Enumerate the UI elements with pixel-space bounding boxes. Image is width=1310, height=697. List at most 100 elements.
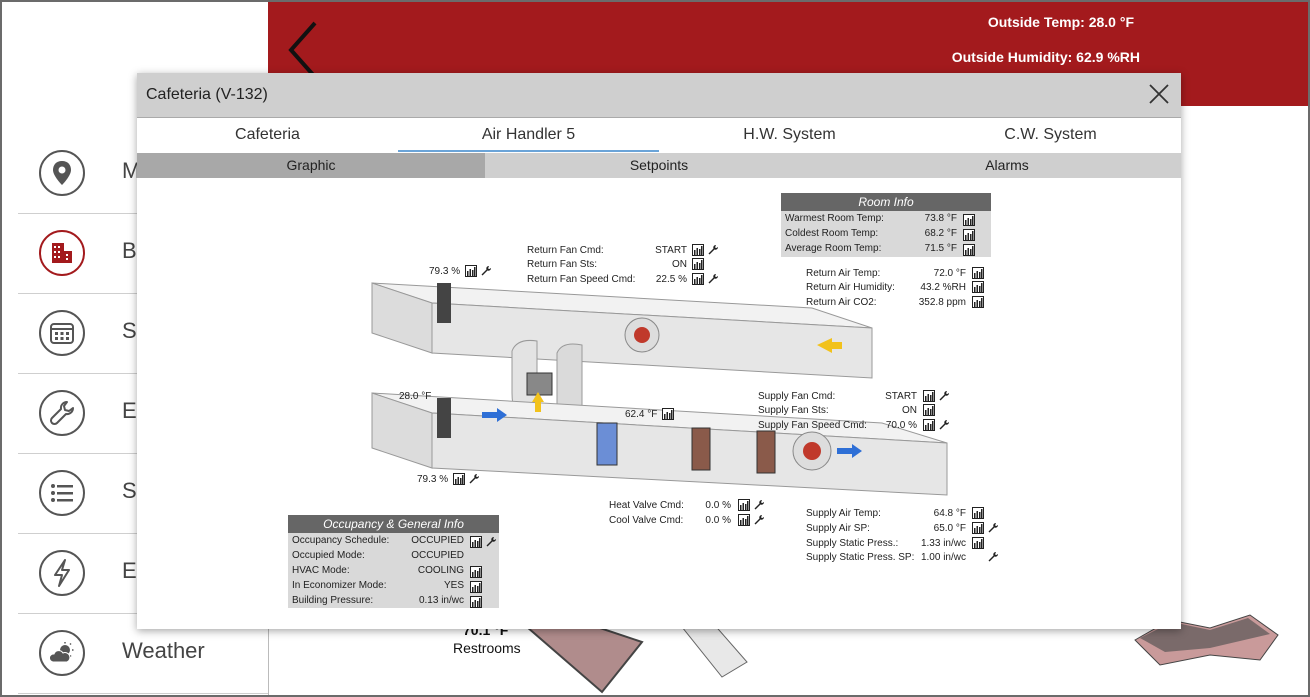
- override-wrench-icon[interactable]: [468, 473, 480, 485]
- override-wrench-icon[interactable]: [485, 536, 497, 548]
- building-icon: [39, 230, 85, 276]
- trend-chart-icon[interactable]: [692, 244, 704, 256]
- override-wrench-icon[interactable]: [753, 514, 765, 526]
- trend-chart-icon[interactable]: [963, 214, 975, 226]
- override-wrench-icon[interactable]: [707, 244, 719, 256]
- trend-chart-icon[interactable]: [662, 408, 674, 420]
- point-value: START: [655, 245, 687, 256]
- trend-chart-icon[interactable]: [738, 514, 750, 526]
- trend-chart-icon[interactable]: [972, 537, 984, 549]
- outside-damper-value: 79.3 %: [417, 474, 449, 485]
- close-icon[interactable]: [1147, 82, 1171, 106]
- return-fan-speed: Return Fan Speed Cmd: 22.5 %: [527, 274, 687, 285]
- occupancy-schedule: Occupancy Schedule: OCCUPIED: [288, 533, 499, 548]
- override-wrench-icon[interactable]: [480, 265, 492, 277]
- override-wrench-icon[interactable]: [987, 551, 999, 563]
- point-label: Occupancy Schedule:: [292, 535, 390, 546]
- override-wrench-icon[interactable]: [753, 499, 765, 511]
- return-air-co2: Return Air CO2: 352.8 ppm: [806, 297, 966, 308]
- view-subtabs: Graphic Setpoints Alarms: [137, 153, 1181, 178]
- occupancy-info-panel: Occupancy & General Info Occupancy Sched…: [288, 515, 499, 608]
- trend-chart-icon[interactable]: [963, 244, 975, 256]
- point-label: Coldest Room Temp:: [785, 228, 879, 239]
- building-pressure: Building Pressure: 0.13 in/wc: [288, 593, 499, 608]
- warmest-room-temp: Warmest Room Temp: 73.8 °F: [781, 211, 991, 226]
- location-pin-icon: [39, 150, 85, 196]
- outside-humidity: Outside Humidity: 62.9 %RH: [951, 49, 1140, 65]
- lightning-icon: [39, 550, 85, 596]
- list-icon: [39, 470, 85, 516]
- point-value: 1.33 in/wc: [920, 538, 966, 549]
- point-value: 71.5 °F: [924, 243, 957, 254]
- subtab-graphic[interactable]: Graphic: [137, 153, 485, 178]
- equipment-tabs: Cafeteria Air Handler 5 H.W. System C.W.…: [137, 118, 1181, 152]
- override-wrench-icon[interactable]: [938, 390, 950, 402]
- floor-plan-fragment: [524, 622, 748, 694]
- room-info-title: Room Info: [781, 193, 991, 211]
- outside-air-temp-value: 28.0 °F: [399, 391, 432, 402]
- point-value: 22.5 %: [655, 274, 687, 285]
- exhaust-damper-value: 79.3 %: [429, 266, 461, 277]
- point-value: 0.13 in/wc: [418, 595, 464, 606]
- sidebar-item-label: S: [122, 478, 137, 503]
- override-wrench-icon[interactable]: [938, 419, 950, 431]
- trend-chart-icon[interactable]: [923, 404, 935, 416]
- point-value: 65.0 °F: [933, 523, 966, 534]
- tab-hw-system[interactable]: H.W. System: [659, 118, 920, 152]
- trend-chart-icon[interactable]: [972, 267, 984, 279]
- app-frame: M B S E S E Weather Outside Temp: 28.0 °…: [0, 0, 1310, 697]
- supply-fan-cmd: Supply Fan Cmd: START: [758, 391, 917, 402]
- occupancy-info-title: Occupancy & General Info: [288, 515, 499, 533]
- trend-chart-icon[interactable]: [972, 296, 984, 308]
- trend-chart-icon[interactable]: [972, 281, 984, 293]
- override-wrench-icon[interactable]: [707, 273, 719, 285]
- trend-chart-icon[interactable]: [923, 390, 935, 402]
- trend-chart-icon[interactable]: [972, 507, 984, 519]
- point-label: Building Pressure:: [292, 595, 374, 606]
- subtab-setpoints[interactable]: Setpoints: [485, 153, 833, 178]
- trend-chart-icon[interactable]: [470, 581, 482, 593]
- modal-title-bar: Cafeteria (V-132): [137, 73, 1181, 118]
- supply-air-temp: Supply Air Temp: 64.8 °F: [806, 508, 966, 519]
- point-value: 43.2 %RH: [920, 282, 966, 293]
- average-room-temp: Average Room Temp: 71.5 °F: [781, 241, 991, 256]
- trend-chart-icon[interactable]: [923, 419, 935, 431]
- override-wrench-icon[interactable]: [987, 522, 999, 534]
- wrench-icon: [39, 390, 85, 436]
- tab-air-handler-5[interactable]: Air Handler 5: [398, 118, 659, 152]
- trend-chart-icon[interactable]: [453, 473, 465, 485]
- tab-cafeteria[interactable]: Cafeteria: [137, 118, 398, 152]
- equipment-modal: Cafeteria (V-132) Cafeteria Air Handler …: [137, 73, 1181, 629]
- calendar-icon: [39, 310, 85, 356]
- trend-chart-icon[interactable]: [692, 273, 704, 285]
- supply-fan-speed: Supply Fan Speed Cmd: 70.0 %: [758, 420, 917, 431]
- subtab-alarms[interactable]: Alarms: [833, 153, 1181, 178]
- trend-chart-icon[interactable]: [470, 536, 482, 548]
- point-value: 68.2 °F: [924, 228, 957, 239]
- return-fan-cmd: Return Fan Cmd: START: [527, 245, 687, 256]
- trend-chart-icon[interactable]: [465, 265, 477, 277]
- weather-icon: [39, 630, 85, 676]
- cool-valve-cmd: Cool Valve Cmd: 0.0 %: [609, 515, 731, 526]
- back-arrow-icon[interactable]: [288, 20, 318, 80]
- point-value: 70.0 %: [885, 420, 917, 431]
- trend-chart-icon[interactable]: [738, 499, 750, 511]
- outside-temp: Outside Temp: 28.0 °F: [987, 14, 1134, 30]
- sidebar-item-label: E: [122, 398, 137, 423]
- point-value: 72.0 °F: [933, 268, 966, 279]
- sidebar-item-label: Weather: [122, 638, 205, 663]
- trend-chart-icon[interactable]: [692, 258, 704, 270]
- tab-cw-system[interactable]: C.W. System: [920, 118, 1181, 152]
- return-air-temp: Return Air Temp: 72.0 °F: [806, 268, 966, 279]
- trend-chart-icon[interactable]: [963, 229, 975, 241]
- occupied-mode: Occupied Mode: OCCUPIED: [288, 548, 499, 563]
- supply-fan-sts: Supply Fan Sts: ON: [758, 405, 917, 416]
- trend-chart-icon[interactable]: [470, 566, 482, 578]
- background-room-label[interactable]: Restrooms: [453, 640, 521, 656]
- sidebar-item-label: S: [122, 318, 137, 343]
- trend-chart-icon[interactable]: [972, 522, 984, 534]
- point-label: HVAC Mode:: [292, 565, 350, 576]
- supply-static-press: Supply Static Press.: 1.33 in/wc: [806, 538, 966, 549]
- point-value: OCCUPIED: [411, 535, 464, 546]
- trend-chart-icon[interactable]: [470, 596, 482, 608]
